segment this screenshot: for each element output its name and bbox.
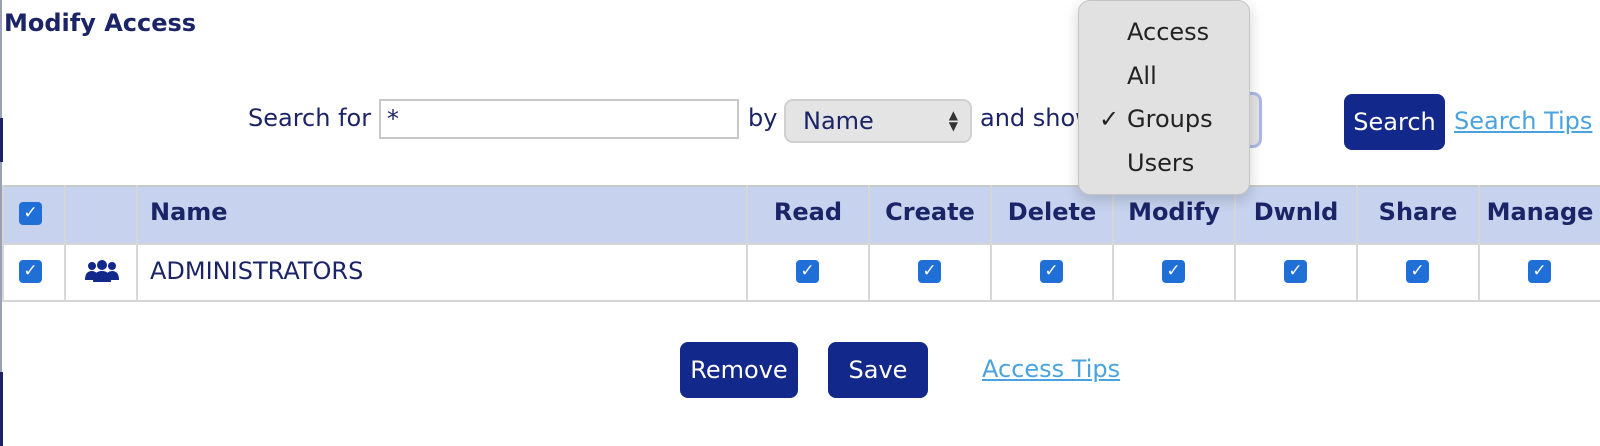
column-header-share: Share <box>1378 198 1458 226</box>
create-checkbox[interactable]: ✓ <box>918 260 941 283</box>
select-all-checkbox[interactable]: ✓ <box>19 202 42 225</box>
dwnld-checkbox[interactable]: ✓ <box>1284 260 1307 283</box>
save-button[interactable]: Save <box>828 342 928 398</box>
page-title: Modify Access <box>4 9 197 37</box>
edge-marker <box>0 118 3 162</box>
search-tips-link[interactable]: Search Tips <box>1454 107 1592 135</box>
access-tips-link[interactable]: Access Tips <box>982 355 1120 383</box>
column-header-dwnld: Dwnld <box>1253 198 1339 226</box>
row-name: ADMINISTRATORS <box>150 257 364 285</box>
search-for-label: Search for <box>248 104 372 132</box>
column-header-name[interactable]: Name <box>150 198 228 226</box>
column-divider <box>2 185 4 302</box>
read-checkbox[interactable]: ✓ <box>796 260 819 283</box>
show-dropdown-menu: Access All ✓ Groups Users <box>1078 0 1250 195</box>
column-divider <box>136 185 138 302</box>
dropdown-option-groups[interactable]: Groups <box>1127 105 1213 133</box>
column-header-manage: Manage <box>1486 198 1594 226</box>
share-checkbox[interactable]: ✓ <box>1406 260 1429 283</box>
search-by-select[interactable]: Name ▲ ▼ <box>784 99 972 143</box>
dropdown-option-access[interactable]: Access <box>1127 18 1209 46</box>
updown-arrows-icon: ▲ ▼ <box>948 108 958 133</box>
dropdown-option-users[interactable]: Users <box>1127 149 1194 177</box>
column-header-delete: Delete <box>1007 198 1097 226</box>
check-mark-icon: ✓ <box>1099 105 1120 133</box>
group-icon <box>85 260 119 282</box>
search-button[interactable]: Search <box>1344 94 1445 150</box>
column-header-create: Create <box>885 198 975 226</box>
remove-button[interactable]: Remove <box>680 342 798 398</box>
search-input[interactable] <box>379 99 739 139</box>
edge-marker <box>0 372 3 446</box>
by-label: by <box>748 104 778 132</box>
search-by-value: Name <box>803 107 874 135</box>
column-header-read: Read <box>773 198 843 226</box>
dropdown-option-all[interactable]: All <box>1127 62 1157 90</box>
column-header-modify: Modify <box>1128 198 1220 226</box>
manage-checkbox[interactable]: ✓ <box>1528 260 1551 283</box>
modify-checkbox[interactable]: ✓ <box>1162 260 1185 283</box>
access-table: ✓ Name Read Create Delete Modify Dwnld S… <box>2 185 1600 302</box>
row-select-checkbox[interactable]: ✓ <box>19 260 42 283</box>
column-divider <box>64 185 66 302</box>
delete-checkbox[interactable]: ✓ <box>1040 260 1063 283</box>
